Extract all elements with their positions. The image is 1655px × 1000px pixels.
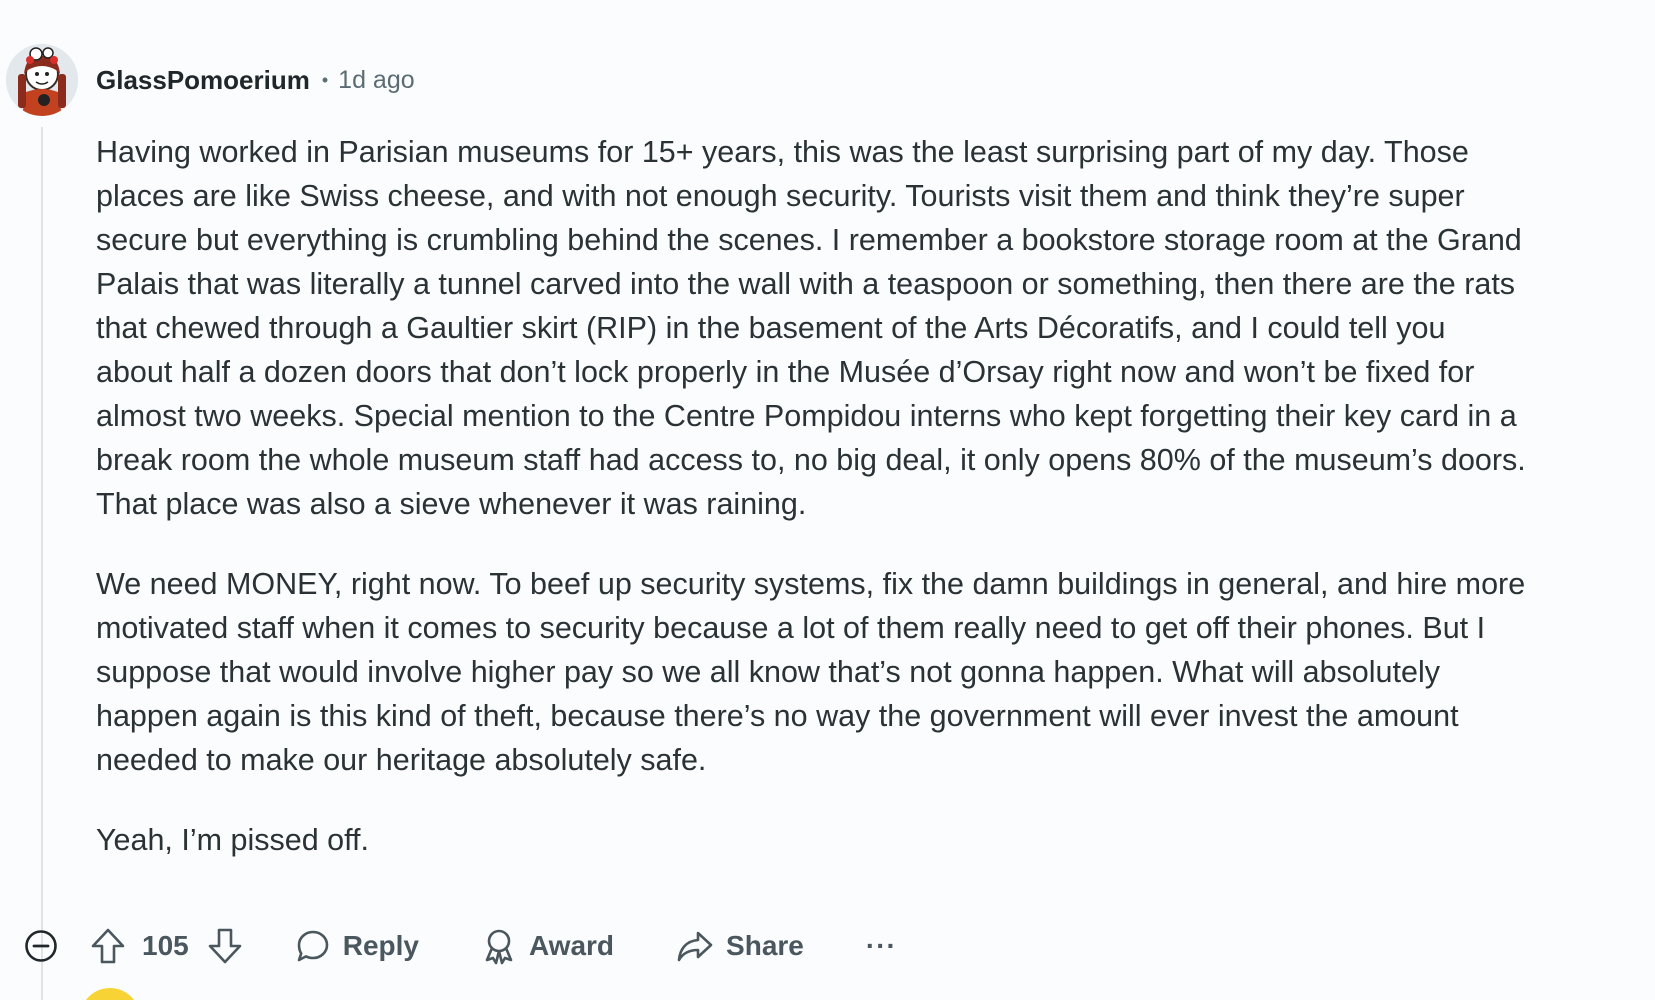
comment-paragraph: Having worked in Parisian museums for 15… <box>96 135 1526 521</box>
speech-bubble-icon <box>297 930 329 962</box>
share-arrow-icon <box>677 931 713 962</box>
avatar-image <box>6 44 78 116</box>
comment-timestamp[interactable]: 1d ago <box>338 66 414 95</box>
meta-separator: • <box>321 69 329 90</box>
reply-button[interactable]: Reply <box>295 928 419 964</box>
arrow-down-icon <box>208 928 242 964</box>
upvote-button[interactable] <box>90 927 126 965</box>
share-label: Share <box>726 930 804 961</box>
comment-paragraph: We need MONEY, right now. To beef up sec… <box>96 567 1526 777</box>
award-button[interactable]: Award <box>481 927 614 965</box>
award-ribbon-icon <box>485 929 513 965</box>
more-options-button[interactable]: ··· <box>866 930 897 962</box>
comment-header: GlassPomoerium • 1d ago <box>96 62 415 98</box>
comment-thread: GlassPomoerium • 1d ago Having worked in… <box>0 0 1655 1000</box>
collapse-button[interactable] <box>24 929 58 963</box>
thread-line[interactable] <box>41 127 43 1000</box>
share-button[interactable]: Share <box>676 928 804 964</box>
reply-label: Reply <box>342 930 419 961</box>
vote-score: 105 <box>142 930 189 961</box>
minus-circle-icon <box>25 930 57 962</box>
arrow-up-icon <box>91 928 125 964</box>
next-comment-avatar[interactable] <box>80 988 140 1000</box>
award-label: Award <box>528 930 615 961</box>
downvote-button[interactable] <box>207 927 243 965</box>
comment-paragraph: Yeah, I’m pissed off. <box>96 823 369 857</box>
user-avatar[interactable] <box>6 44 78 116</box>
comment-actions: 105 Reply Award Share ··· <box>24 920 897 972</box>
comment-body: Having worked in Parisian museums for 15… <box>96 130 1526 898</box>
username-link[interactable]: GlassPomoerium <box>96 65 310 96</box>
